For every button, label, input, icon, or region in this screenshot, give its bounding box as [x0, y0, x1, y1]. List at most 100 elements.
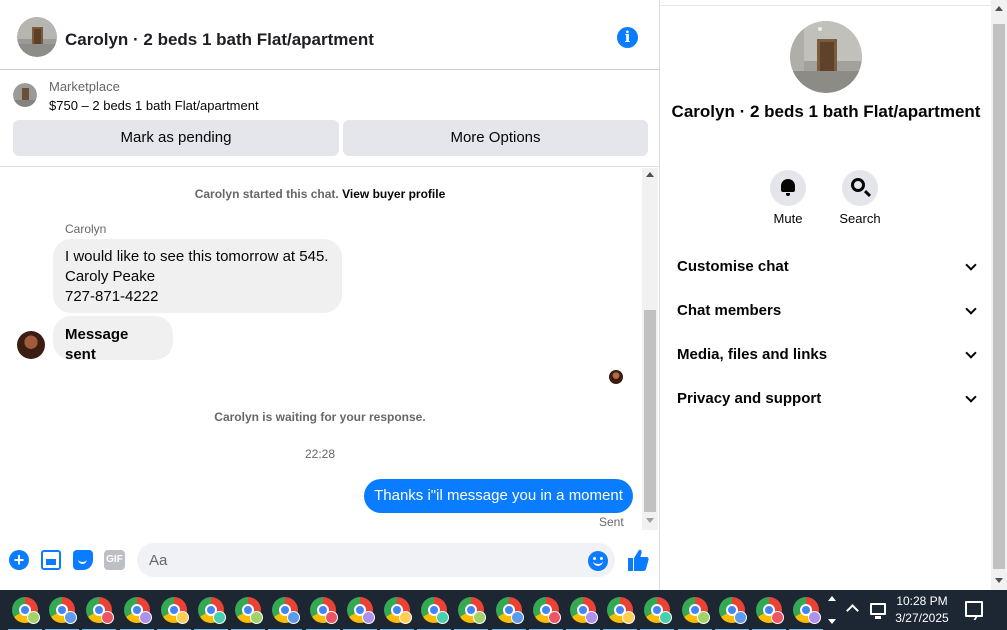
section-privacy-support[interactable]: Privacy and support: [677, 384, 977, 414]
scroll-thumb[interactable]: [644, 310, 656, 512]
profile-badge-icon: [436, 611, 450, 624]
chrome-icon[interactable]: [677, 597, 712, 630]
clock-date: 3/27/2025: [895, 611, 949, 625]
profile-badge-icon: [64, 611, 78, 624]
section-label: Privacy and support: [677, 390, 822, 407]
profile-badge-icon: [622, 611, 636, 624]
network-icon[interactable]: [870, 603, 886, 619]
scroll-down-arrow-icon[interactable]: [646, 518, 654, 523]
section-customise-chat[interactable]: Customise chat: [677, 252, 977, 282]
plus-icon[interactable]: +: [9, 550, 29, 570]
page-scrollbar[interactable]: [991, 0, 1007, 590]
clock-time: 10:28 PM: [896, 594, 948, 608]
chat-start-notice: Carolyn started this chat. View buyer pr…: [0, 187, 640, 201]
chrome-icon[interactable]: [714, 597, 749, 630]
search-label: Search: [839, 211, 881, 226]
incoming-message: I would like to see this tomorrow at 545…: [53, 239, 342, 313]
mute-button[interactable]: [770, 170, 806, 206]
profile-badge-icon: [175, 611, 189, 624]
more-options-button[interactable]: More Options: [343, 120, 648, 156]
chrome-icon[interactable]: [231, 597, 266, 630]
section-label: Customise chat: [677, 258, 789, 275]
profile-badge-icon: [287, 611, 301, 624]
chevron-down-icon: [965, 391, 977, 403]
chrome-icon[interactable]: [45, 597, 80, 630]
notification-center-icon[interactable]: [965, 601, 983, 617]
chevron-up-icon[interactable]: [828, 596, 836, 601]
section-media-files-links[interactable]: Media, files and links: [677, 340, 977, 370]
emoji-icon[interactable]: [588, 551, 608, 571]
chrome-icon[interactable]: [528, 597, 563, 630]
show-hidden-icons-icon[interactable]: [846, 604, 859, 617]
chrome-icon[interactable]: [491, 597, 526, 630]
info-listing-avatar[interactable]: [790, 21, 862, 93]
scroll-down-arrow-icon[interactable]: [995, 578, 1003, 583]
profile-badge-icon: [696, 611, 710, 624]
profile-badge-icon: [733, 611, 747, 624]
scroll-thumb[interactable]: [993, 24, 1005, 569]
chat-title: Carolyn · 2 beds 1 bath Flat/apartment: [65, 30, 374, 49]
chrome-icon[interactable]: [603, 597, 638, 630]
info-icon[interactable]: i: [617, 27, 638, 48]
chat-header: Carolyn · 2 beds 1 bath Flat/apartment i: [0, 6, 660, 70]
profile-badge-icon: [324, 611, 338, 624]
chrome-icon[interactable]: [8, 597, 42, 630]
taskbar-overflow[interactable]: [824, 590, 840, 630]
mute-action[interactable]: Mute: [763, 170, 813, 226]
profile-badge-icon: [213, 611, 226, 624]
chevron-down-icon[interactable]: [828, 619, 836, 624]
chrome-icon[interactable]: [268, 597, 303, 630]
mark-as-pending-button[interactable]: Mark as pending: [13, 120, 339, 156]
chrome-icon[interactable]: [752, 597, 786, 630]
section-label: Media, files and links: [677, 346, 828, 363]
chrome-icon[interactable]: [119, 597, 154, 630]
chrome-icon[interactable]: [566, 597, 600, 630]
chrome-icon[interactable]: [82, 597, 117, 630]
listing-price-title[interactable]: $750 – 2 beds 1 bath Flat/apartment: [49, 98, 259, 113]
search-button[interactable]: [842, 170, 878, 206]
gif-icon[interactable]: GIF: [104, 550, 125, 570]
profile-badge-icon: [361, 611, 375, 624]
profile-badge-icon: [473, 611, 487, 624]
scroll-up-arrow-icon[interactable]: [995, 6, 1003, 11]
chrome-icon[interactable]: [789, 597, 824, 630]
message-input[interactable]: [137, 543, 615, 577]
view-buyer-profile-link[interactable]: View buyer profile: [342, 187, 445, 201]
like-icon[interactable]: [627, 548, 649, 572]
sender-name: Carolyn: [65, 222, 107, 236]
chevron-down-icon: [965, 259, 977, 271]
profile-badge-icon: [399, 611, 412, 624]
message-line: Caroly Peake: [65, 268, 156, 285]
section-chat-members[interactable]: Chat members: [677, 296, 977, 326]
chrome-icon[interactable]: [380, 597, 414, 630]
chrome-icon[interactable]: [194, 597, 228, 630]
chevron-down-icon: [965, 303, 977, 315]
chrome-icon[interactable]: [454, 597, 489, 630]
chrome-icon[interactable]: [342, 597, 377, 630]
taskbar-clock[interactable]: 10:28 PM 3/27/2025: [888, 593, 956, 627]
chrome-icon[interactable]: [640, 597, 675, 630]
listing-thumbnail[interactable]: [13, 83, 37, 107]
message-list: Carolyn started this chat. View buyer pr…: [0, 168, 640, 530]
photo-icon[interactable]: [41, 550, 61, 570]
profile-badge-icon: [101, 611, 115, 624]
message-line: 727-871-4222: [65, 288, 159, 305]
chrome-icon[interactable]: [156, 597, 191, 630]
chrome-icon[interactable]: [305, 597, 340, 630]
profile-badge-icon: [771, 611, 784, 624]
info-title: Carolyn · 2 beds 1 bath Flat/apartment: [671, 102, 981, 121]
search-icon: [851, 178, 865, 192]
scroll-up-arrow-icon[interactable]: [646, 172, 654, 177]
listing-avatar[interactable]: [17, 17, 57, 57]
sticker-icon[interactable]: [73, 550, 93, 570]
profile-badge-icon: [510, 611, 524, 624]
chrome-icon[interactable]: [417, 597, 452, 630]
chat-scrollbar[interactable]: [642, 168, 658, 530]
chat-pane: Carolyn · 2 beds 1 bath Flat/apartment i…: [0, 0, 660, 590]
sender-avatar[interactable]: [17, 331, 45, 359]
search-action[interactable]: Search: [835, 170, 885, 226]
profile-badge-icon: [547, 611, 561, 624]
waiting-notice: Carolyn is waiting for your response.: [214, 410, 426, 424]
taskbar: 10:28 PM 3/27/2025: [0, 590, 1007, 630]
section-label: Chat members: [677, 302, 782, 319]
